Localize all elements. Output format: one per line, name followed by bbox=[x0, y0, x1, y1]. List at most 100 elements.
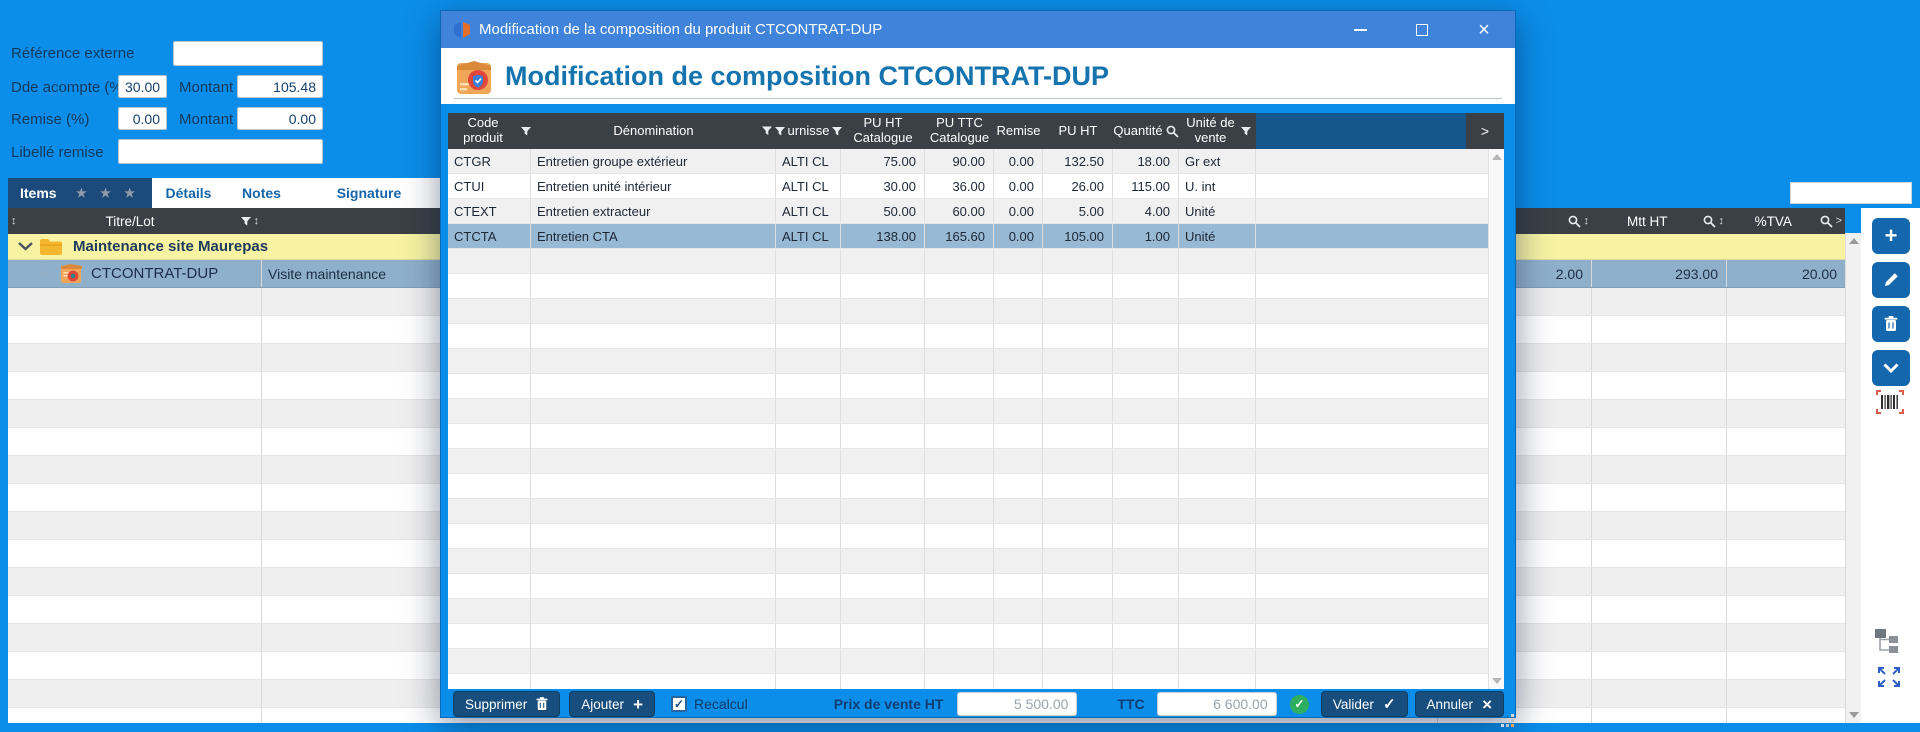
search-icon[interactable] bbox=[1820, 215, 1833, 228]
filter-icon[interactable] bbox=[241, 217, 251, 226]
dialog-footer: Supprimer Ajouter + ✓ Recalcul Prix de v… bbox=[448, 689, 1510, 719]
table-cell bbox=[1179, 524, 1256, 548]
table-row[interactable] bbox=[448, 399, 1504, 424]
search-icon[interactable] bbox=[1703, 215, 1716, 228]
sort-icon[interactable]: ↕ bbox=[11, 215, 17, 227]
table-row[interactable]: CTEXTEntretien extracteurALTI CL50.0060.… bbox=[448, 199, 1504, 224]
search-icon[interactable] bbox=[1568, 215, 1581, 228]
sort-icon[interactable]: ↕ bbox=[1719, 215, 1725, 227]
header-pu-ttc-catalogue[interactable]: PU TTC Catalogue bbox=[925, 113, 994, 149]
table-row[interactable] bbox=[448, 599, 1504, 624]
header-titre-lot[interactable]: ↕ Titre/Lot ↕ bbox=[8, 208, 262, 234]
header-mtt-ht[interactable]: Mtt HT ↕ bbox=[1592, 208, 1727, 234]
header-fournisseur[interactable]: urnisse bbox=[776, 113, 841, 149]
table-row[interactable] bbox=[448, 474, 1504, 499]
header-remise[interactable]: Remise bbox=[994, 113, 1043, 149]
items-table-scrollbar[interactable] bbox=[1845, 233, 1861, 723]
table-row[interactable] bbox=[448, 349, 1504, 374]
search-icon[interactable] bbox=[1166, 125, 1179, 138]
table-row[interactable] bbox=[448, 499, 1504, 524]
minimize-button[interactable] bbox=[1329, 11, 1391, 48]
filter-icon[interactable] bbox=[521, 127, 531, 136]
table-cell bbox=[1113, 399, 1179, 423]
chevron-down-icon[interactable] bbox=[18, 242, 33, 251]
table-row[interactable] bbox=[448, 299, 1504, 324]
cancel-dialog-button[interactable]: Annuler × bbox=[1415, 691, 1504, 717]
tab-signature[interactable]: Signature bbox=[298, 178, 440, 208]
table-row[interactable] bbox=[448, 424, 1504, 449]
add-line-button[interactable]: Ajouter + bbox=[569, 691, 655, 717]
table-row[interactable] bbox=[448, 249, 1504, 274]
filter-icon[interactable] bbox=[775, 127, 785, 136]
edit-item-button[interactable] bbox=[1872, 262, 1910, 298]
acompte-montant-input[interactable] bbox=[237, 75, 323, 98]
barcode-icon[interactable] bbox=[1876, 390, 1904, 414]
table-row[interactable]: CTCTAEntretien CTAALTI CL138.00165.600.0… bbox=[448, 224, 1504, 249]
table-row[interactable] bbox=[448, 524, 1504, 549]
tab-signature-label: Signature bbox=[337, 185, 402, 201]
remise-montant-input[interactable] bbox=[237, 107, 323, 130]
table-cell bbox=[776, 449, 841, 473]
prix-vente-ttc-input[interactable] bbox=[1157, 692, 1277, 716]
table-cell bbox=[8, 288, 262, 315]
header-unite-vente[interactable]: Unité de vente bbox=[1179, 113, 1256, 149]
table-row[interactable] bbox=[448, 374, 1504, 399]
sort-icon[interactable]: ↕ bbox=[1584, 215, 1590, 227]
resize-grip[interactable] bbox=[1502, 715, 1514, 727]
table-row[interactable] bbox=[448, 449, 1504, 474]
table-row[interactable] bbox=[448, 649, 1504, 674]
reference-externe-input[interactable] bbox=[173, 41, 323, 66]
filter-icon[interactable] bbox=[762, 127, 772, 136]
table-row[interactable] bbox=[448, 674, 1504, 689]
header-pu-ht[interactable]: PU HT bbox=[1043, 113, 1113, 149]
scroll-up-icon[interactable] bbox=[1849, 238, 1859, 244]
table-row[interactable] bbox=[448, 324, 1504, 349]
header-selected-column[interactable] bbox=[1256, 113, 1466, 149]
dde-acompte-input[interactable] bbox=[118, 75, 167, 98]
move-down-button[interactable] bbox=[1872, 350, 1910, 386]
hierarchy-icon[interactable] bbox=[1874, 628, 1902, 654]
scroll-down-icon[interactable] bbox=[1849, 712, 1859, 718]
tab-notes[interactable]: Notes bbox=[225, 178, 298, 208]
table-cell bbox=[1113, 524, 1179, 548]
header-denomination[interactable]: Dénomination bbox=[531, 113, 776, 149]
libelle-remise-input[interactable] bbox=[118, 139, 323, 164]
close-button[interactable]: × bbox=[1453, 11, 1515, 48]
scroll-up-icon[interactable] bbox=[1492, 154, 1502, 160]
scroll-down-icon[interactable] bbox=[1492, 678, 1502, 684]
table-row[interactable]: CTUIEntretien unité intérieurALTI CL30.0… bbox=[448, 174, 1504, 199]
column-chooser-button[interactable]: > bbox=[1466, 113, 1504, 149]
table-cell: CTCTA bbox=[448, 224, 531, 248]
sort-icon[interactable]: ↕ bbox=[254, 215, 260, 227]
table-row[interactable] bbox=[448, 549, 1504, 574]
table-row[interactable] bbox=[448, 274, 1504, 299]
tab-items[interactable]: Items ★ ★ ★ bbox=[8, 178, 152, 208]
composition-table-header[interactable]: Code produit Dénomination urnisse PU HT … bbox=[448, 113, 1504, 149]
table-row[interactable]: CTGREntretien groupe extérieurALTI CL75.… bbox=[448, 149, 1504, 174]
table-cell bbox=[448, 674, 531, 689]
validate-button[interactable]: Valider ✓ bbox=[1321, 691, 1408, 717]
header-pu-ht-catalogue[interactable]: PU HT Catalogue bbox=[841, 113, 925, 149]
filter-icon[interactable] bbox=[1241, 127, 1251, 136]
table-cell: 0.00 bbox=[994, 199, 1043, 223]
composition-scrollbar[interactable] bbox=[1488, 149, 1504, 689]
table-cell bbox=[994, 449, 1043, 473]
delete-item-button[interactable] bbox=[1872, 306, 1910, 342]
remise-input[interactable] bbox=[118, 107, 167, 130]
recalc-checkbox[interactable]: ✓ bbox=[671, 696, 687, 712]
tab-details[interactable]: Détails bbox=[152, 178, 225, 208]
prix-vente-ht-input[interactable] bbox=[957, 692, 1077, 716]
delete-line-button[interactable]: Supprimer bbox=[453, 691, 560, 717]
add-item-button[interactable]: + bbox=[1872, 218, 1910, 254]
table-cell bbox=[1256, 599, 1504, 623]
quick-filter-input[interactable] bbox=[1790, 182, 1912, 204]
table-row[interactable] bbox=[448, 574, 1504, 599]
chevron-right-icon[interactable]: > bbox=[1836, 215, 1842, 227]
expand-icon[interactable] bbox=[1877, 666, 1901, 688]
header-code-produit[interactable]: Code produit bbox=[448, 113, 531, 149]
header-tva[interactable]: %TVA > bbox=[1727, 208, 1845, 234]
dialog-titlebar[interactable]: Modification de la composition du produi… bbox=[441, 11, 1515, 48]
table-row[interactable] bbox=[448, 624, 1504, 649]
maximize-button[interactable] bbox=[1391, 11, 1453, 48]
header-quantite[interactable]: Quantité bbox=[1113, 113, 1179, 149]
